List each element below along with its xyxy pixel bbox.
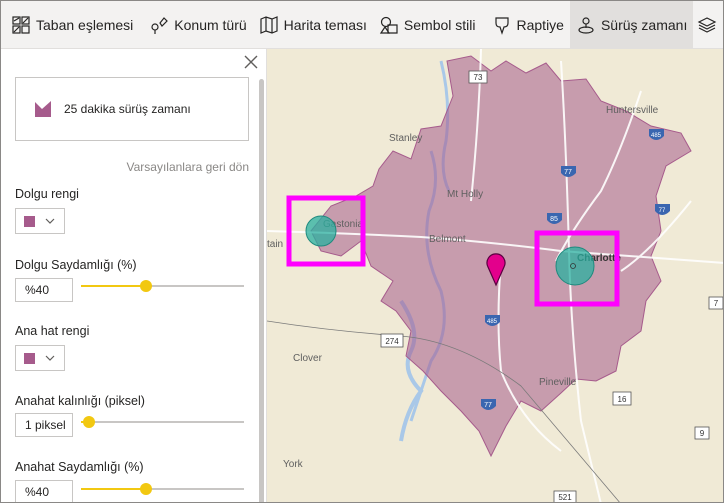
town-stanley: Stanley — [389, 133, 422, 144]
outline-width-slider[interactable] — [81, 416, 244, 428]
route-274-shield: 274 — [380, 333, 404, 348]
outline-opacity-input[interactable]: %40 — [15, 480, 73, 502]
route-16-shield: 16 — [612, 391, 632, 406]
fill-color-label: Dolgu rengi — [15, 187, 79, 201]
base-map-icon — [12, 15, 30, 34]
svg-text:274: 274 — [385, 337, 399, 346]
svg-text:77: 77 — [659, 208, 666, 214]
route-9-shield: 9 — [694, 426, 710, 440]
toolbar-pin-label: Raptiye — [516, 16, 564, 33]
svg-text:85: 85 — [550, 216, 558, 223]
toolbar-base-map[interactable]: Taban eşlemesi — [5, 1, 139, 49]
drive-time-settings-panel: 25 dakika sürüş zamanı Varsayılanlara ge… — [1, 49, 267, 502]
route-73-shield: 73 — [468, 70, 488, 84]
svg-text:7: 7 — [714, 299, 719, 308]
symbol-style-icon — [379, 16, 398, 34]
toolbar-map-theme-label: Harita teması — [283, 16, 367, 33]
drive-time-icon — [578, 16, 594, 34]
fill-opacity-slider[interactable] — [81, 280, 244, 292]
toolbar-base-map-label: Taban eşlemesi — [36, 16, 134, 33]
outline-width-input[interactable]: 1 piksel — [15, 413, 73, 437]
route-521-shield: 521 — [553, 490, 577, 502]
svg-text:77: 77 — [484, 402, 492, 409]
toolbar-location-type[interactable]: Konum türü — [143, 1, 252, 49]
outline-width-label: Anahat kalınlığı (piksel) — [15, 394, 145, 408]
panel-scrollbar[interactable] — [259, 79, 264, 502]
toolbar: Taban eşlemesi Konum türü Harita teması … — [1, 1, 723, 49]
map-theme-icon — [260, 15, 278, 34]
drive-time-preset-card[interactable]: 25 dakika sürüş zamanı — [15, 77, 249, 141]
route-7-shield: 7 — [708, 296, 723, 310]
toolbar-symbol-style-label: Sembol stili — [403, 16, 476, 33]
town-mt-holly: Mt Holly — [447, 189, 483, 200]
outline-opacity-slider-thumb[interactable] — [140, 483, 153, 495]
outline-opacity-slider-fill — [81, 488, 147, 490]
town-huntersville: Huntersville — [606, 105, 659, 116]
location-type-icon — [151, 16, 169, 34]
drive-time-shape-icon — [35, 101, 51, 117]
fill-opacity-input[interactable]: %40 — [15, 278, 73, 302]
toolbar-drive-time-label: Sürüş zamanı — [600, 16, 688, 33]
toolbar-layers[interactable] — [693, 1, 723, 49]
fill-color-picker[interactable] — [15, 208, 65, 234]
toolbar-map-theme[interactable]: Harita teması — [253, 1, 373, 49]
toolbar-drive-time[interactable]: Sürüş zamanı — [569, 1, 694, 49]
fill-opacity-slider-fill — [81, 285, 147, 287]
reset-defaults-link[interactable]: Varsayılanlara geri dön — [15, 160, 249, 174]
outline-color-picker[interactable] — [15, 345, 65, 371]
outline-width-slider-thumb[interactable] — [83, 416, 96, 428]
chevron-down-icon — [45, 355, 55, 361]
outline-opacity-label: Anahat Saydamlığı (%) — [15, 460, 144, 474]
svg-text:485: 485 — [651, 133, 662, 139]
toolbar-pin[interactable]: Raptiye — [486, 1, 570, 49]
gastonia-bubble[interactable] — [305, 215, 337, 247]
preset-label: 25 dakika sürüş zamanı — [64, 102, 191, 116]
layers-icon — [698, 16, 717, 33]
close-icon[interactable] — [244, 55, 258, 69]
svg-text:16: 16 — [618, 395, 627, 404]
svg-text:73: 73 — [474, 73, 483, 82]
outline-opacity-slider[interactable] — [81, 483, 244, 495]
map-settings-window: Taban eşlemesi Konum türü Harita teması … — [0, 0, 724, 503]
svg-text:9: 9 — [700, 429, 705, 438]
map-canvas[interactable]: 73 77 85 485 485 77 77 274 16 521 7 9 Hu… — [267, 49, 724, 503]
town-belmont: Belmont — [429, 234, 466, 245]
fill-opacity-label: Dolgu Saydamlığı (%) — [15, 258, 137, 272]
fill-opacity-slider-thumb[interactable] — [140, 280, 153, 292]
fill-color-chip — [24, 215, 35, 227]
svg-text:521: 521 — [558, 493, 572, 502]
charlotte-bubble[interactable] — [555, 246, 595, 286]
svg-text:485: 485 — [487, 319, 498, 325]
town-clover: Clover — [293, 353, 323, 364]
outline-color-chip — [24, 352, 35, 364]
svg-text:77: 77 — [564, 169, 572, 176]
town-pineville: Pineville — [539, 377, 577, 388]
toolbar-location-type-label: Konum türü — [174, 16, 247, 33]
map-svg[interactable]: 73 77 85 485 485 77 77 274 16 521 7 9 Hu… — [267, 49, 724, 503]
pin-icon — [494, 16, 509, 35]
town-york: York — [283, 459, 304, 470]
town-tain: tain — [267, 239, 283, 250]
outline-color-label: Ana hat rengi — [15, 324, 90, 338]
chevron-down-icon — [45, 218, 55, 224]
toolbar-symbol-style[interactable]: Sembol stili — [373, 1, 482, 49]
